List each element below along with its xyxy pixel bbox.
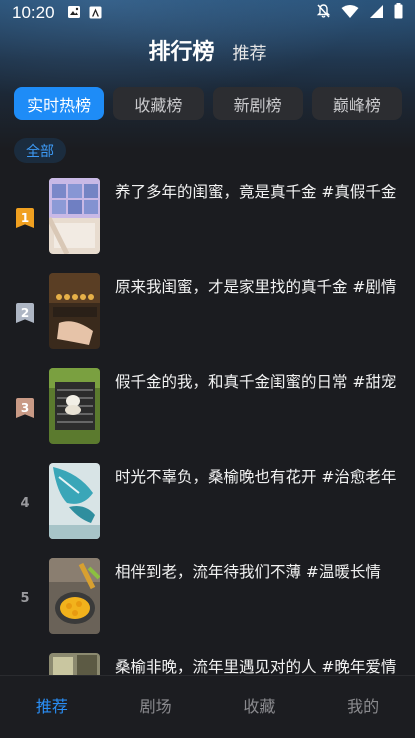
mute-bell-icon (316, 3, 331, 23)
tab-favorites[interactable]: 收藏榜 (113, 87, 204, 120)
item-title: 相伴到老，流年待我们不薄 #温暖长情 (115, 563, 381, 581)
list-item[interactable]: 5 相伴到老，流年待我们不薄 #温暖长情 (0, 558, 415, 636)
wifi-icon (341, 4, 359, 23)
status-time: 10:20 (12, 3, 55, 22)
thumbnail-image (49, 273, 100, 349)
rank-number: 4 (20, 495, 30, 511)
list-item[interactable]: 2 原来我闺蜜，才是家里找的真千金 #剧情 (0, 273, 415, 351)
list-item[interactable]: 桑榆非晚，流年里遇见对的人 #晚年爱情 (0, 653, 415, 675)
thumbnail-image (49, 653, 100, 675)
nav-favorites[interactable]: 收藏 (208, 676, 312, 738)
ranking-tabs: 实时热榜 收藏榜 新剧榜 巅峰榜 (14, 87, 402, 121)
list-item[interactable]: 1 养了多年的闺蜜，竟是真千金 #真假千金 (0, 178, 415, 256)
item-title: 原来我闺蜜，才是家里找的真千金 #剧情 (115, 278, 397, 296)
list-item[interactable]: 3 假千金的我，和真千金闺蜜的日常 #甜宠 (0, 368, 415, 446)
rank-badge-silver: 2 (16, 303, 34, 323)
thumbnail-image (49, 558, 100, 634)
bottom-nav: 推荐 剧场 收藏 我的 (0, 675, 415, 738)
signal-icon (369, 4, 384, 23)
list-item[interactable]: 4 时光不辜负，桑榆晚也有花开 #治愈老年 (0, 463, 415, 541)
title-row: 排行榜 推荐 (0, 34, 415, 70)
recommend-link[interactable]: 推荐 (233, 39, 267, 64)
page-title: 排行榜 (148, 40, 215, 65)
nav-theater[interactable]: 剧场 (104, 676, 208, 738)
gallery-icon (67, 4, 81, 23)
item-title: 桑榆非晚，流年里遇见对的人 #晚年爱情 (115, 658, 397, 675)
tab-new-dramas[interactable]: 新剧榜 (212, 87, 303, 120)
item-title: 假千金的我，和真千金闺蜜的日常 #甜宠 (115, 373, 397, 391)
item-title: 时光不辜负，桑榆晚也有花开 #治愈老年 (115, 468, 397, 486)
rank-number: 5 (20, 590, 30, 606)
battery-icon (394, 3, 403, 23)
tab-peak[interactable]: 巅峰榜 (311, 87, 402, 120)
filter-chip-all[interactable]: 全部 (14, 138, 66, 163)
item-title: 养了多年的闺蜜，竟是真千金 #真假千金 (115, 183, 397, 201)
tab-realtime-hot[interactable]: 实时热榜 (14, 87, 105, 120)
rank-badge-gold: 1 (16, 208, 34, 228)
thumbnail-image (49, 463, 100, 539)
nav-mine[interactable]: 我的 (311, 676, 415, 738)
nav-recommend[interactable]: 推荐 (0, 676, 104, 738)
ranking-list: 1 养了多年的闺蜜，竟是真千金 #真假千金 2 原来我闺蜜，才是家里找的真千金 … (0, 178, 415, 675)
thumbnail-image (49, 368, 100, 444)
status-bar: 10:20 (0, 0, 415, 26)
thumbnail-image (49, 178, 100, 254)
app-a-icon (89, 4, 102, 23)
rank-badge-bronze: 3 (16, 398, 34, 418)
